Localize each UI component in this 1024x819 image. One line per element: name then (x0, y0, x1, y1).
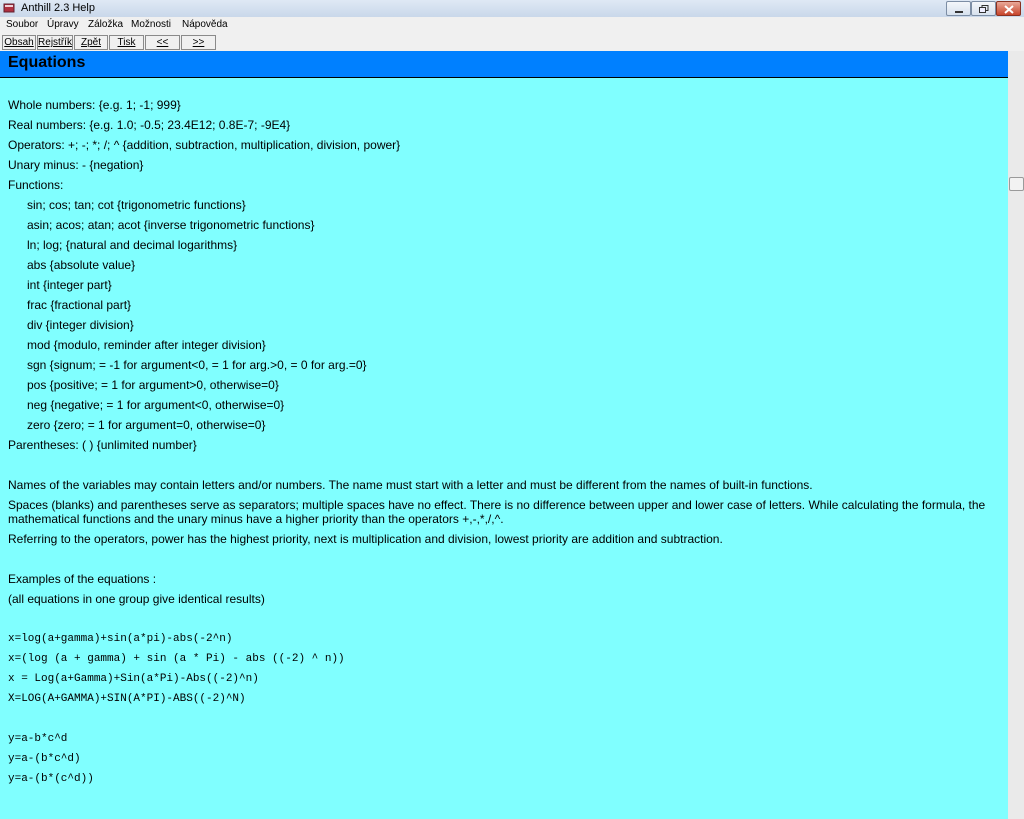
separators-paragraph-line1: Spaces (blanks) and parentheses serve as… (8, 498, 986, 512)
minimize-button[interactable] (946, 1, 971, 16)
function-item: abs {absolute value} (27, 258, 136, 272)
variable-names-paragraph: Names of the variables may contain lette… (8, 478, 813, 492)
browse-previous-button[interactable]: << (145, 35, 180, 50)
equation-example: x=log(a+gamma)+sin(a*pi)-abs(-2^n) (8, 633, 233, 645)
function-item: sgn {signum; = -1 for argument<0, = 1 fo… (27, 358, 367, 372)
function-item: pos {positive; = 1 for argument>0, other… (27, 378, 279, 392)
topic-title: Equations (8, 54, 86, 71)
help-content: Equations Whole numbers: {e.g. 1; -1; 99… (0, 51, 1008, 819)
function-item: div {integer division} (27, 318, 134, 332)
unary-minus-line: Unary minus: - {negation} (8, 158, 144, 172)
examples-heading: Examples of the equations : (8, 572, 157, 586)
vertical-scrollbar[interactable] (1008, 51, 1024, 819)
equation-example: y=a-(b*(c^d)) (8, 773, 94, 785)
title-bar: Anthill 2.3 Help (0, 0, 1024, 18)
browse-next-button[interactable]: >> (181, 35, 216, 50)
restore-button[interactable] (971, 1, 996, 16)
minimize-icon (955, 11, 963, 13)
equation-example: x = Log(a+Gamma)+Sin(a*Pi)-Abs((-2)^n) (8, 673, 259, 685)
contents-button[interactable]: Obsah (2, 35, 36, 50)
equation-example: y=a-(b*c^d) (8, 753, 81, 765)
menu-upravy[interactable]: Úpravy (47, 19, 79, 30)
function-item: sin; cos; tan; cot {trigonometric functi… (27, 198, 246, 212)
menu-moznosti[interactable]: Možnosti (131, 19, 171, 30)
menu-bar: Soubor Úpravy Záložka Možnosti Nápověda (0, 17, 1024, 35)
header-divider (0, 77, 1008, 78)
menu-napoveda[interactable]: Nápověda (182, 19, 228, 30)
close-button[interactable] (996, 1, 1021, 16)
menu-soubor[interactable]: Soubor (6, 19, 38, 30)
examples-note: (all equations in one group give identic… (8, 592, 265, 606)
equation-example: X=LOG(A+GAMMA)+SIN(A*PI)-ABS((-2)^N) (8, 693, 246, 705)
whole-numbers-line: Whole numbers: {e.g. 1; -1; 999} (8, 98, 181, 112)
toolbar: Obsah Rejstřík Zpět Tisk << >> (0, 34, 1024, 51)
parentheses-line: Parentheses: ( ) {unlimited number} (8, 438, 197, 452)
function-item: frac {fractional part} (27, 298, 132, 312)
operators-line: Operators: +; -; *; /; ^ {addition, subt… (8, 138, 401, 152)
function-item: mod {modulo, reminder after integer divi… (27, 338, 266, 352)
function-item: ln; log; {natural and decimal logarithms… (27, 238, 238, 252)
real-numbers-line: Real numbers: {e.g. 1.0; -0.5; 23.4E12; … (8, 118, 291, 132)
restore-icon (979, 5, 989, 13)
separators-paragraph-line2: mathematical functions and the unary min… (8, 512, 504, 526)
window-title: Anthill 2.3 Help (21, 2, 95, 14)
function-item: asin; acos; atan; acot {inverse trigonom… (27, 218, 315, 232)
app-book-icon (3, 3, 15, 13)
index-button[interactable]: Rejstřík (37, 35, 73, 50)
scrollbar-thumb[interactable] (1009, 177, 1024, 191)
function-item: neg {negative; = 1 for argument<0, other… (27, 398, 285, 412)
menu-zalozka[interactable]: Záložka (88, 19, 123, 30)
function-item: int {integer part} (27, 278, 112, 292)
print-button[interactable]: Tisk (109, 35, 144, 50)
topic-header: Equations (0, 51, 1008, 77)
close-icon (1004, 5, 1014, 14)
back-button[interactable]: Zpět (74, 35, 108, 50)
priority-paragraph: Referring to the operators, power has th… (8, 532, 723, 546)
function-item: zero {zero; = 1 for argument=0, otherwis… (27, 418, 266, 432)
functions-label: Functions: (8, 178, 64, 192)
equation-example: x=(log (a + gamma) + sin (a * Pi) - abs … (8, 653, 345, 665)
equation-example: y=a-b*c^d (8, 733, 68, 745)
